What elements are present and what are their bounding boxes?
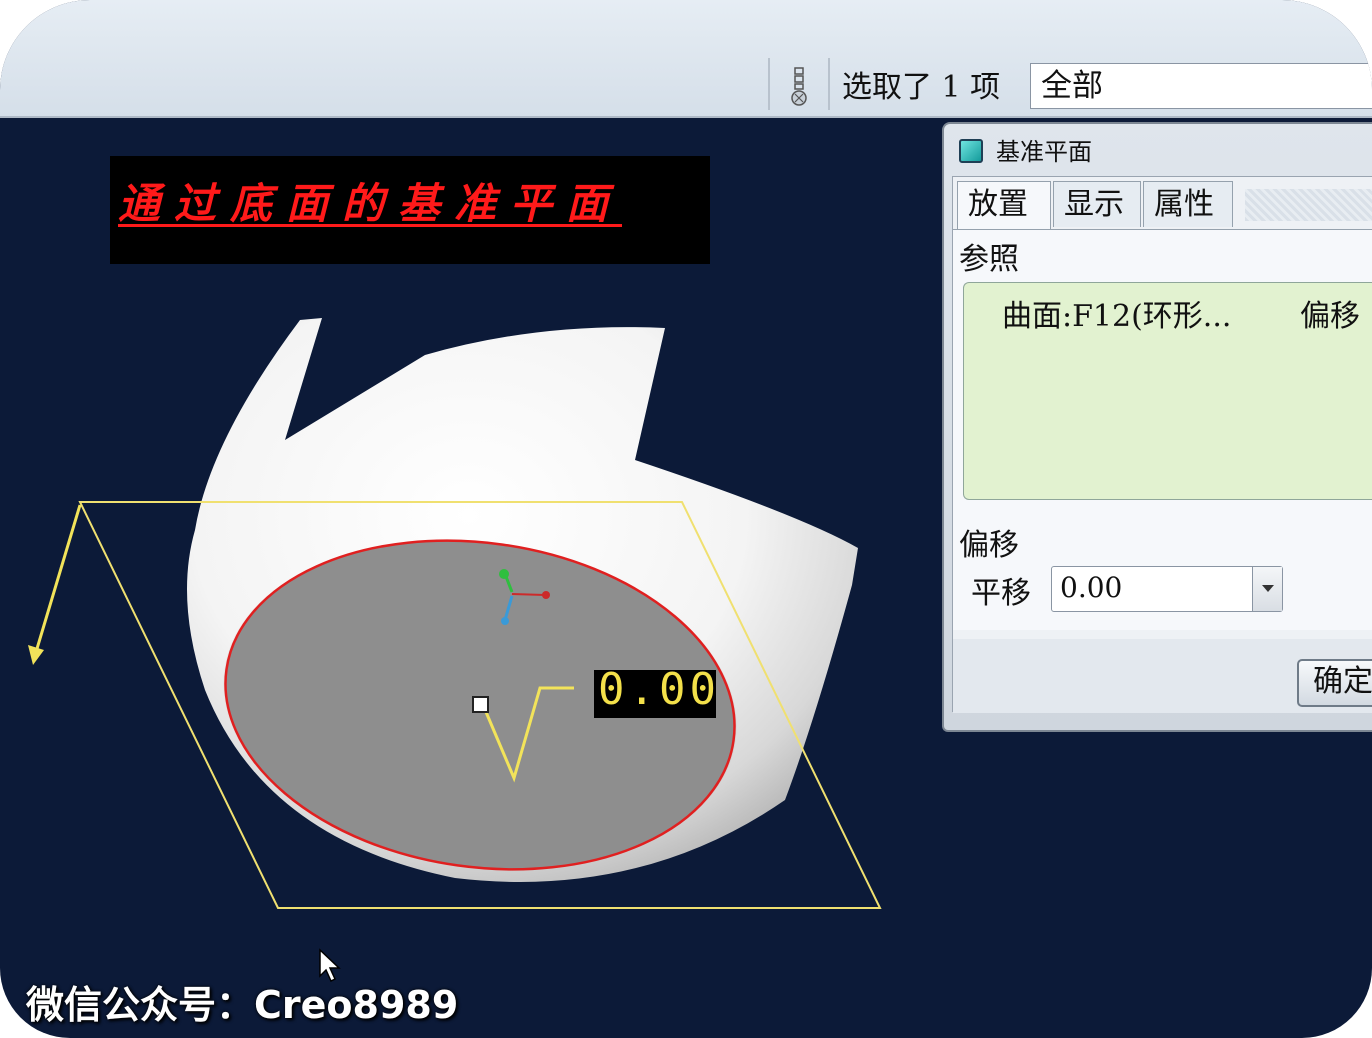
dialog-button-row: 确定 (953, 639, 1372, 713)
chevron-down-icon[interactable] (1252, 567, 1282, 611)
tab-display[interactable]: 显示 (1053, 181, 1141, 227)
offset-section-label: 偏移 (959, 528, 1019, 563)
normal-direction-arrow[interactable] (28, 504, 82, 665)
translation-input[interactable]: 0.00 (1051, 566, 1283, 612)
references-label: 参照 (959, 242, 1019, 277)
filter-icon[interactable] (786, 66, 812, 108)
revolved-part[interactable] (187, 318, 858, 902)
placement-panel: 参照 曲面:F12(环形... 偏移 偏移 平移 0.00 (953, 229, 1372, 630)
datum-plane-dialog: 基准平面 放置 显示 属性 参照 曲面:F12(环形... 偏移 偏移 平移 0… (942, 122, 1372, 732)
reference-item[interactable]: 曲面:F12(环形... (1002, 291, 1231, 335)
mouse-cursor-icon (319, 948, 341, 983)
dialog-body: 放置 显示 属性 参照 曲面:F12(环形... 偏移 偏移 平移 0.00 确… (952, 176, 1372, 713)
offset-dimension-value[interactable]: 0.00 (598, 664, 716, 715)
reference-constraint[interactable]: 偏移 (1300, 291, 1360, 335)
ok-button[interactable]: 确定 (1297, 659, 1372, 707)
selection-status: 选取了 1 项 (842, 70, 1001, 105)
selection-filter-select[interactable]: 全部 (1030, 63, 1372, 109)
toolbar-separator (828, 58, 830, 110)
translation-label: 平移 (971, 576, 1031, 611)
references-list[interactable]: 曲面:F12(环形... 偏移 (963, 282, 1372, 500)
tab-strip-filler (1245, 189, 1372, 221)
tab-properties[interactable]: 属性 (1143, 181, 1233, 227)
screenshot-frame: 选取了 1 项 全部 通过底面的基准平面 0.00 基准平面 放置 显示 属性 … (0, 0, 1372, 1038)
top-toolbar: 选取了 1 项 全部 (0, 0, 1372, 118)
dialog-title: 基准平面 (996, 138, 1092, 166)
translation-value[interactable]: 0.00 (1060, 571, 1122, 604)
watermark-text: 微信公众号：Creo8989 (26, 983, 459, 1027)
tab-placement[interactable]: 放置 (957, 181, 1051, 231)
datum-plane-icon (959, 139, 983, 163)
caption-text: 通过底面的基准平面 (118, 179, 623, 228)
toolbar-separator (768, 58, 770, 110)
